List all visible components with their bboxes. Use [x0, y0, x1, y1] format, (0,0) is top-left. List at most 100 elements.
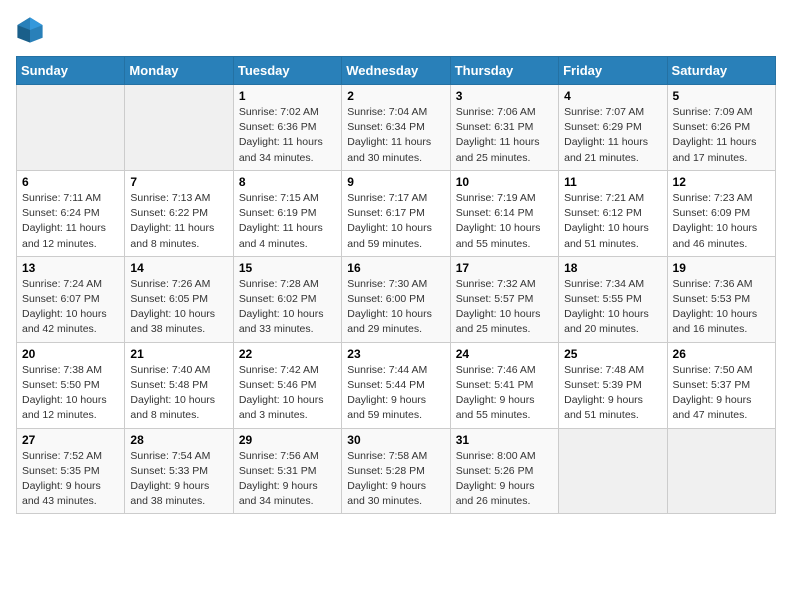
day-info: Sunrise: 7:06 AM Sunset: 6:31 PM Dayligh… [456, 105, 553, 166]
day-info: Sunrise: 7:21 AM Sunset: 6:12 PM Dayligh… [564, 191, 661, 252]
table-row: 26 Sunrise: 7:50 AM Sunset: 5:37 PM Dayli… [667, 342, 775, 428]
day-number: 21 [130, 347, 227, 361]
day-info: Sunrise: 7:42 AM Sunset: 5:46 PM Dayligh… [239, 363, 336, 424]
day-info: Sunrise: 7:56 AM Sunset: 5:31 PM Dayligh… [239, 449, 336, 510]
table-row: 27 Sunrise: 7:52 AM Sunset: 5:35 PM Dayli… [17, 428, 125, 514]
day-number: 2 [347, 89, 444, 103]
day-number: 19 [673, 261, 770, 275]
weekday-header-wednesday: Wednesday [342, 57, 450, 85]
calendar-week-3: 13 Sunrise: 7:24 AM Sunset: 6:07 PM Dayli… [17, 256, 776, 342]
day-info: Sunrise: 7:13 AM Sunset: 6:22 PM Dayligh… [130, 191, 227, 252]
day-number: 5 [673, 89, 770, 103]
day-number: 27 [22, 433, 119, 447]
day-info: Sunrise: 7:34 AM Sunset: 5:55 PM Dayligh… [564, 277, 661, 338]
day-number: 15 [239, 261, 336, 275]
day-number: 24 [456, 347, 553, 361]
table-row: 16Sunrise: 7:30 AM Sunset: 6:00 PM Dayli… [342, 256, 450, 342]
day-number: 31 [456, 433, 553, 447]
day-number: 29 [239, 433, 336, 447]
day-info: Sunrise: 7:24 AM Sunset: 6:07 PM Dayligh… [22, 277, 119, 338]
table-row: 22 Sunrise: 7:42 AM Sunset: 5:46 PM Dayli… [233, 342, 341, 428]
table-row [17, 85, 125, 171]
day-info: Sunrise: 7:17 AM Sunset: 6:17 PM Dayligh… [347, 191, 444, 252]
day-info: Sunrise: 7:46 AM Sunset: 5:41 PM Dayligh… [456, 363, 553, 424]
day-info: Sunrise: 7:38 AM Sunset: 5:50 PM Dayligh… [22, 363, 119, 424]
day-number: 26 [673, 347, 770, 361]
table-row: 5 Sunrise: 7:09 AM Sunset: 6:26 PM Daylig… [667, 85, 775, 171]
table-row: 21 Sunrise: 7:40 AM Sunset: 5:48 PM Dayli… [125, 342, 233, 428]
weekday-header-sunday: Sunday [17, 57, 125, 85]
day-info: Sunrise: 7:50 AM Sunset: 5:37 PM Dayligh… [673, 363, 770, 424]
day-number: 9 [347, 175, 444, 189]
day-info: Sunrise: 7:32 AM Sunset: 5:57 PM Dayligh… [456, 277, 553, 338]
day-number: 12 [673, 175, 770, 189]
table-row: 20 Sunrise: 7:38 AM Sunset: 5:50 PM Dayli… [17, 342, 125, 428]
table-row: 9 Sunrise: 7:17 AM Sunset: 6:17 PM Daylig… [342, 170, 450, 256]
day-number: 10 [456, 175, 553, 189]
day-number: 1 [239, 89, 336, 103]
table-row: 24 Sunrise: 7:46 AM Sunset: 5:41 PM Dayli… [450, 342, 558, 428]
table-row: 31 Sunrise: 8:00 AM Sunset: 5:26 PM Dayli… [450, 428, 558, 514]
day-info: Sunrise: 7:36 AM Sunset: 5:53 PM Dayligh… [673, 277, 770, 338]
day-info: Sunrise: 7:40 AM Sunset: 5:48 PM Dayligh… [130, 363, 227, 424]
calendar-week-2: 6Sunrise: 7:11 AM Sunset: 6:24 PM Daylig… [17, 170, 776, 256]
weekday-header-saturday: Saturday [667, 57, 775, 85]
calendar-table: SundayMondayTuesdayWednesdayThursdayFrid… [16, 56, 776, 514]
day-info: Sunrise: 7:23 AM Sunset: 6:09 PM Dayligh… [673, 191, 770, 252]
table-row: 28Sunrise: 7:54 AM Sunset: 5:33 PM Dayli… [125, 428, 233, 514]
table-row: 3 Sunrise: 7:06 AM Sunset: 6:31 PM Daylig… [450, 85, 558, 171]
day-number: 25 [564, 347, 661, 361]
table-row: 25 Sunrise: 7:48 AM Sunset: 5:39 PM Dayli… [559, 342, 667, 428]
weekday-header-row: SundayMondayTuesdayWednesdayThursdayFrid… [17, 57, 776, 85]
table-row: 13 Sunrise: 7:24 AM Sunset: 6:07 PM Dayli… [17, 256, 125, 342]
table-row: 11Sunrise: 7:21 AM Sunset: 6:12 PM Dayli… [559, 170, 667, 256]
logo [16, 16, 48, 44]
table-row: 2 Sunrise: 7:04 AM Sunset: 6:34 PM Daylig… [342, 85, 450, 171]
table-row: 6Sunrise: 7:11 AM Sunset: 6:24 PM Daylig… [17, 170, 125, 256]
day-info: Sunrise: 7:19 AM Sunset: 6:14 PM Dayligh… [456, 191, 553, 252]
table-row [667, 428, 775, 514]
table-row [559, 428, 667, 514]
day-info: Sunrise: 7:15 AM Sunset: 6:19 PM Dayligh… [239, 191, 336, 252]
table-row: 18Sunrise: 7:34 AM Sunset: 5:55 PM Dayli… [559, 256, 667, 342]
day-number: 13 [22, 261, 119, 275]
day-info: Sunrise: 7:52 AM Sunset: 5:35 PM Dayligh… [22, 449, 119, 510]
table-row: 30 Sunrise: 7:58 AM Sunset: 5:28 PM Dayli… [342, 428, 450, 514]
day-number: 22 [239, 347, 336, 361]
table-row: 17 Sunrise: 7:32 AM Sunset: 5:57 PM Dayli… [450, 256, 558, 342]
day-info: Sunrise: 7:04 AM Sunset: 6:34 PM Dayligh… [347, 105, 444, 166]
day-number: 17 [456, 261, 553, 275]
day-number: 28 [130, 433, 227, 447]
logo-icon [16, 16, 44, 44]
table-row: 14Sunrise: 7:26 AM Sunset: 6:05 PM Dayli… [125, 256, 233, 342]
day-number: 20 [22, 347, 119, 361]
day-number: 8 [239, 175, 336, 189]
table-row: 15 Sunrise: 7:28 AM Sunset: 6:02 PM Dayli… [233, 256, 341, 342]
day-info: Sunrise: 7:58 AM Sunset: 5:28 PM Dayligh… [347, 449, 444, 510]
day-number: 14 [130, 261, 227, 275]
day-info: Sunrise: 7:44 AM Sunset: 5:44 PM Dayligh… [347, 363, 444, 424]
day-info: Sunrise: 7:48 AM Sunset: 5:39 PM Dayligh… [564, 363, 661, 424]
table-row [125, 85, 233, 171]
day-number: 3 [456, 89, 553, 103]
table-row: 19 Sunrise: 7:36 AM Sunset: 5:53 PM Dayli… [667, 256, 775, 342]
day-info: Sunrise: 7:09 AM Sunset: 6:26 PM Dayligh… [673, 105, 770, 166]
calendar-week-1: 1 Sunrise: 7:02 AM Sunset: 6:36 PM Daylig… [17, 85, 776, 171]
weekday-header-thursday: Thursday [450, 57, 558, 85]
day-info: Sunrise: 7:11 AM Sunset: 6:24 PM Dayligh… [22, 191, 119, 252]
day-number: 30 [347, 433, 444, 447]
calendar-week-4: 20 Sunrise: 7:38 AM Sunset: 5:50 PM Dayli… [17, 342, 776, 428]
day-info: Sunrise: 7:02 AM Sunset: 6:36 PM Dayligh… [239, 105, 336, 166]
day-number: 16 [347, 261, 444, 275]
day-info: Sunrise: 8:00 AM Sunset: 5:26 PM Dayligh… [456, 449, 553, 510]
table-row: 29 Sunrise: 7:56 AM Sunset: 5:31 PM Dayli… [233, 428, 341, 514]
page-header [16, 16, 776, 44]
day-info: Sunrise: 7:28 AM Sunset: 6:02 PM Dayligh… [239, 277, 336, 338]
weekday-header-friday: Friday [559, 57, 667, 85]
day-info: Sunrise: 7:07 AM Sunset: 6:29 PM Dayligh… [564, 105, 661, 166]
table-row: 7Sunrise: 7:13 AM Sunset: 6:22 PM Daylig… [125, 170, 233, 256]
day-number: 23 [347, 347, 444, 361]
table-row: 8 Sunrise: 7:15 AM Sunset: 6:19 PM Daylig… [233, 170, 341, 256]
weekday-header-tuesday: Tuesday [233, 57, 341, 85]
table-row: 23 Sunrise: 7:44 AM Sunset: 5:44 PM Dayli… [342, 342, 450, 428]
